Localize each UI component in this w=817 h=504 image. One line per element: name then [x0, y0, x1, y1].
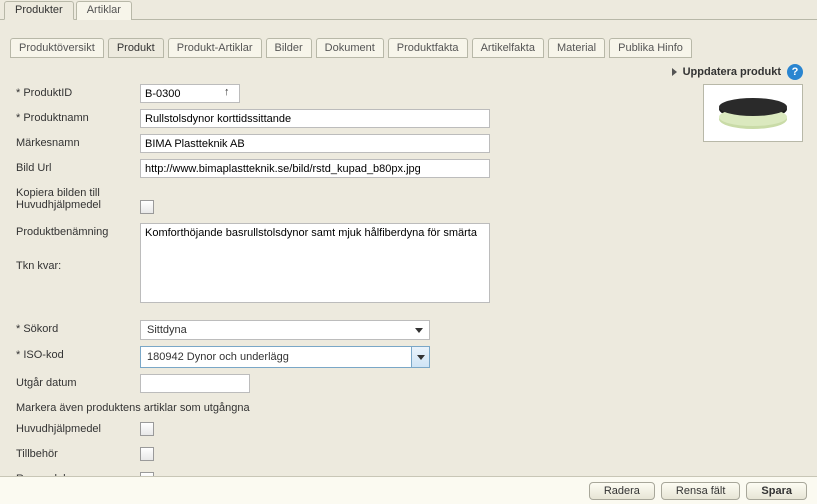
chevron-down-icon: [417, 355, 425, 360]
label-tillbehor: Tillbehör: [16, 445, 140, 460]
sokord-value: Sittdyna: [147, 324, 187, 336]
tab-material[interactable]: Material: [548, 38, 605, 58]
label-utgar-datum: Utgår datum: [16, 374, 140, 389]
label-markesnamn: Märkesnamn: [16, 134, 140, 149]
label-iso-kod: ISO-kod: [16, 346, 140, 361]
tab-produkt[interactable]: Produkt: [108, 38, 164, 58]
bild-url-input[interactable]: [140, 159, 490, 178]
label-huvudhjalpmedel: Huvudhjälpmedel: [16, 420, 140, 435]
produktnamn-input[interactable]: [140, 109, 490, 128]
label-produktid: ProduktID: [16, 84, 140, 99]
label-produktnamn: Produktnamn: [16, 109, 140, 124]
spara-button[interactable]: Spara: [746, 482, 807, 500]
rensa-falt-button[interactable]: Rensa fält: [661, 482, 741, 500]
lookup-icon[interactable]: ↑: [224, 86, 230, 98]
tab-artiklar[interactable]: Artiklar: [76, 1, 132, 20]
tab-publika-hinfo[interactable]: Publika Hinfo: [609, 38, 692, 58]
tab-produktfakta[interactable]: Produktfakta: [388, 38, 468, 58]
chevron-down-icon: [415, 328, 423, 333]
iso-kod-select[interactable]: 180942 Dynor och underlägg: [140, 346, 430, 368]
tab-artikelfakta[interactable]: Artikelfakta: [472, 38, 544, 58]
top-tabs: Produkter Artiklar: [0, 0, 817, 20]
tab-dokument[interactable]: Dokument: [316, 38, 384, 58]
tab-produkt-artiklar[interactable]: Produkt-Artiklar: [168, 38, 262, 58]
label-produktbenamning: Produktbenämning Tkn kvar:: [16, 223, 140, 272]
markesnamn-input[interactable]: [140, 134, 490, 153]
uppdatera-produkt-link[interactable]: Uppdatera produkt: [683, 66, 781, 78]
footer-bar: Radera Rensa fält Spara: [0, 476, 817, 504]
label-kopiera: Kopiera bilden till Huvudhjälpmedel: [16, 184, 140, 211]
sub-tabs: Produktöversikt Produkt Produkt-Artiklar…: [0, 20, 817, 58]
kopiera-checkbox[interactable]: [140, 200, 154, 214]
tab-bilder[interactable]: Bilder: [266, 38, 312, 58]
label-tkn-kvar: Tkn kvar:: [16, 260, 61, 272]
sokord-select[interactable]: Sittdyna: [140, 320, 430, 340]
chevron-right-icon: [672, 68, 677, 76]
radera-button[interactable]: Radera: [589, 482, 655, 500]
iso-kod-value: 180942 Dynor och underlägg: [141, 351, 289, 363]
tillbehor-checkbox[interactable]: [140, 447, 154, 461]
label-bild-url: Bild Url: [16, 159, 140, 174]
label-markera: Markera även produktens artiklar som utg…: [16, 399, 250, 414]
label-sokord: Sökord: [16, 320, 140, 335]
help-icon[interactable]: ?: [787, 64, 803, 80]
iso-kod-dropdown-button[interactable]: [411, 347, 429, 367]
tab-produktoversikt[interactable]: Produktöversikt: [10, 38, 104, 58]
utgar-datum-input[interactable]: [140, 374, 250, 393]
tab-produkter[interactable]: Produkter: [4, 1, 74, 20]
produktbenamning-textarea[interactable]: [140, 223, 490, 303]
huvudhjalpmedel-checkbox[interactable]: [140, 422, 154, 436]
